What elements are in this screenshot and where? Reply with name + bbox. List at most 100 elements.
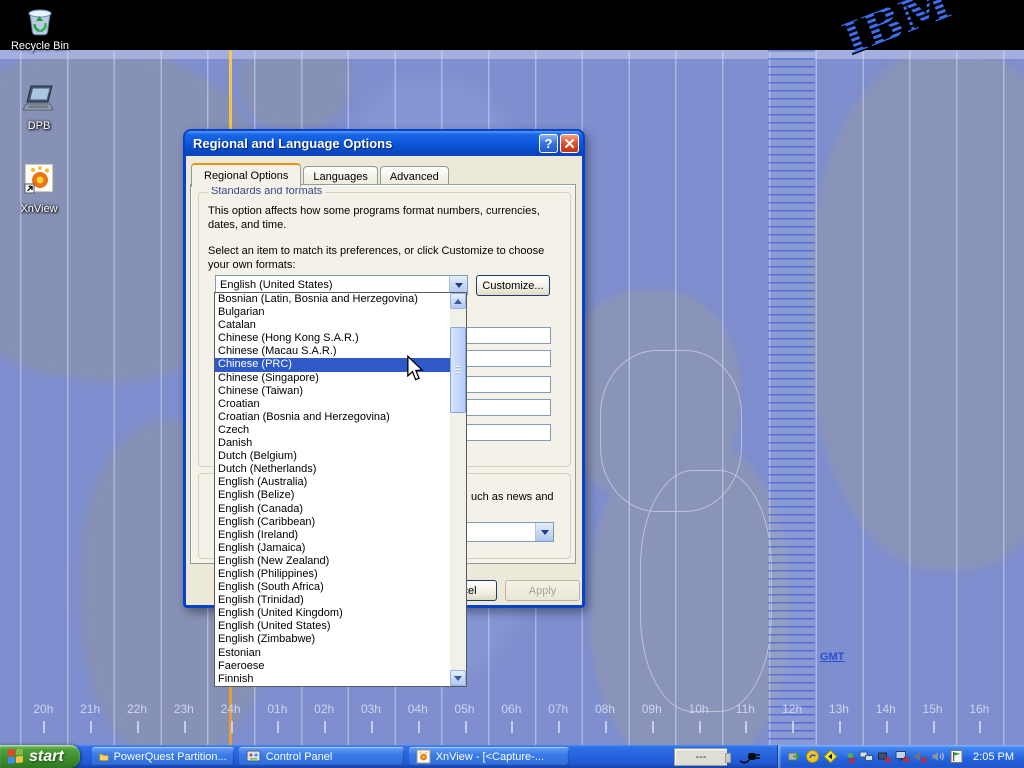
combobox-value: English (United States) bbox=[216, 279, 449, 291]
combobox-dropdown-button[interactable] bbox=[535, 523, 553, 541]
language-list-item[interactable]: Bulgarian bbox=[215, 306, 450, 319]
icon-label: DPB bbox=[4, 120, 74, 132]
keyboard-flag-icon[interactable] bbox=[949, 749, 964, 764]
hour-label: 10h bbox=[675, 700, 722, 740]
language-list-item[interactable]: Faeroese bbox=[215, 660, 450, 673]
hour-label: 08h bbox=[582, 700, 629, 740]
tab-advanced[interactable]: Advanced bbox=[380, 166, 449, 186]
volume-icon[interactable] bbox=[931, 749, 946, 764]
language-list-item[interactable]: Estonian bbox=[215, 647, 450, 660]
task-button-xnview[interactable]: XnView - [<Capture-... bbox=[409, 747, 569, 766]
language-list-item[interactable]: Chinese (Singapore) bbox=[215, 372, 450, 385]
removable-hardware-icon[interactable] bbox=[787, 749, 802, 764]
sample-number-field[interactable] bbox=[466, 327, 551, 344]
gmt-label: GMT bbox=[820, 651, 844, 663]
language-list-item[interactable]: Bosnian (Latin, Bosnia and Herzegovina) bbox=[215, 293, 450, 306]
folder-icon bbox=[99, 749, 109, 764]
hour-label: 01h bbox=[254, 700, 301, 740]
scroll-down-button[interactable] bbox=[450, 670, 466, 686]
audio-muted-icon[interactable] bbox=[913, 749, 928, 764]
scrollbar-thumb[interactable] bbox=[450, 327, 466, 413]
close-button[interactable] bbox=[560, 134, 579, 153]
hour-label: 14h bbox=[862, 700, 909, 740]
tab-regional-options[interactable]: Regional Options bbox=[191, 163, 301, 187]
language-list-item[interactable]: English (Ireland) bbox=[215, 529, 450, 542]
tab-languages[interactable]: Languages bbox=[303, 166, 377, 186]
battery-meter[interactable]: --- bbox=[674, 748, 727, 766]
sample-long-date-field[interactable] bbox=[466, 424, 551, 441]
ime-status-icon[interactable] bbox=[805, 749, 820, 764]
language-list-item[interactable]: Chinese (PRC) bbox=[215, 358, 450, 371]
network-error-icon[interactable] bbox=[877, 749, 892, 764]
task-button-control-panel[interactable]: Control Panel bbox=[239, 747, 404, 766]
language-list-item[interactable]: English (New Zealand) bbox=[215, 555, 450, 568]
language-list-item[interactable]: English (United Kingdom) bbox=[215, 607, 450, 620]
language-list-item[interactable]: Chinese (Hong Kong S.A.R.) bbox=[215, 332, 450, 345]
display-error-icon[interactable] bbox=[895, 749, 910, 764]
hour-label: 21h bbox=[67, 700, 114, 740]
scroll-up-button[interactable] bbox=[450, 293, 466, 309]
dialog-titlebar[interactable]: Regional and Language Options ? bbox=[185, 131, 583, 156]
language-list-item[interactable]: English (Australia) bbox=[215, 476, 450, 489]
customize-button[interactable]: Customize... bbox=[476, 275, 550, 296]
language-list-item[interactable]: English (Philippines) bbox=[215, 568, 450, 581]
desktop-icon-xnview[interactable]: XnView bbox=[4, 161, 74, 215]
chevron-down-icon bbox=[541, 530, 549, 535]
language-list-item[interactable]: Chinese (Taiwan) bbox=[215, 385, 450, 398]
task-label: XnView - [<Capture-... bbox=[436, 751, 544, 763]
hour-label: 09h bbox=[628, 700, 675, 740]
language-list-item[interactable]: English (United States) bbox=[215, 620, 450, 633]
language-list-item[interactable]: English (Caribbean) bbox=[215, 516, 450, 529]
chevron-down-icon bbox=[454, 676, 462, 681]
close-icon bbox=[564, 138, 575, 149]
desktop-icon-recycle-bin[interactable]: Recycle Bin bbox=[5, 4, 75, 52]
language-list-item[interactable]: English (South Africa) bbox=[215, 581, 450, 594]
messenger-offline-icon[interactable] bbox=[841, 749, 856, 764]
language-list-item[interactable]: Finnish bbox=[215, 673, 450, 686]
language-list-item[interactable]: Croatian bbox=[215, 398, 450, 411]
standards-description: This option affects how some programs fo… bbox=[208, 204, 553, 232]
start-button[interactable]: start bbox=[0, 745, 80, 768]
task-buttons: PowerQuest Partition... Control Panel bbox=[92, 747, 569, 766]
language-list: Bosnian (Latin, Bosnia and Herzegovina)B… bbox=[215, 293, 450, 686]
control-panel-icon bbox=[246, 749, 261, 764]
tab-bar: Regional Options Languages Advanced bbox=[191, 163, 451, 186]
language-list-item[interactable]: English (Belize) bbox=[215, 489, 450, 502]
chevron-up-icon bbox=[454, 299, 462, 304]
help-button[interactable]: ? bbox=[539, 134, 558, 153]
language-list-item[interactable]: Dutch (Netherlands) bbox=[215, 463, 450, 476]
location-text-fragment: uch as news and bbox=[471, 490, 566, 504]
language-list-item[interactable]: English (Trinidad) bbox=[215, 594, 450, 607]
taskbar: start PowerQuest Partition... Control Pa… bbox=[0, 745, 1024, 768]
desktop-icon-dpb[interactable]: DPB bbox=[4, 82, 74, 132]
language-list-item[interactable]: English (Jamaica) bbox=[215, 542, 450, 555]
scrollbar[interactable] bbox=[450, 293, 466, 686]
network-computers-icon[interactable] bbox=[859, 749, 874, 764]
taskbar-clock[interactable]: 2:05 PM bbox=[973, 751, 1014, 763]
language-list-item[interactable]: Dutch (Belgium) bbox=[215, 450, 450, 463]
language-list-item[interactable]: Chinese (Macau S.A.R.) bbox=[215, 345, 450, 358]
hour-label: 20h bbox=[20, 700, 67, 740]
language-list-item[interactable]: Catalan bbox=[215, 319, 450, 332]
power-plug-icon[interactable] bbox=[739, 749, 761, 765]
standards-instruction: Select an item to match its preferences,… bbox=[208, 244, 560, 272]
task-button-powerquest[interactable]: PowerQuest Partition... bbox=[92, 747, 234, 766]
hour-label: 16h bbox=[956, 700, 1003, 740]
laptop-icon bbox=[20, 82, 58, 118]
location-combobox[interactable] bbox=[466, 522, 554, 542]
language-list-item[interactable]: Croatian (Bosnia and Herzegovina) bbox=[215, 411, 450, 424]
system-tray: 2:05 PM bbox=[777, 745, 1024, 768]
caps-indicator-icon[interactable] bbox=[823, 749, 838, 764]
language-list-item[interactable]: Danish bbox=[215, 437, 450, 450]
screen: GMT 20h21h22h23h24h01h02h03h04h05h06h07h… bbox=[0, 0, 1024, 768]
hour-label: 06h bbox=[488, 700, 535, 740]
sample-time-field[interactable] bbox=[466, 376, 551, 393]
hour-label: 04h bbox=[394, 700, 441, 740]
sample-short-date-field[interactable] bbox=[466, 399, 551, 416]
language-list-item[interactable]: English (Canada) bbox=[215, 503, 450, 516]
map-greenland bbox=[240, 50, 350, 130]
language-list-item[interactable]: Czech bbox=[215, 424, 450, 437]
sample-currency-field[interactable] bbox=[466, 350, 551, 367]
language-list-item[interactable]: English (Zimbabwe) bbox=[215, 633, 450, 646]
apply-button[interactable]: Apply bbox=[505, 580, 580, 601]
